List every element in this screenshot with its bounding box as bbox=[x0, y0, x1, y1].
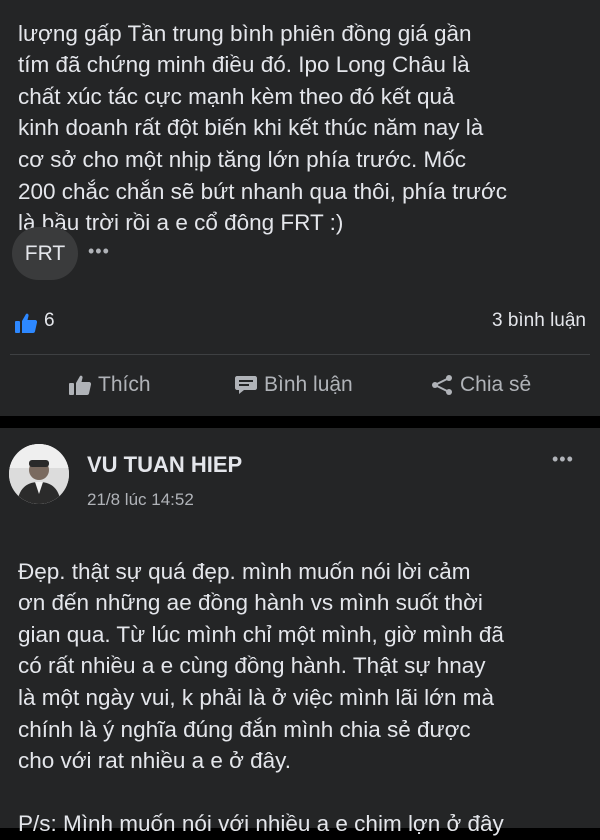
post-text-line: kinh doanh rất đột biến khi kết thúc năm… bbox=[18, 115, 484, 141]
post-text-line: chất xúc tác cực mạnh kèm theo đó kết qu… bbox=[18, 83, 455, 109]
share-button[interactable]: Chia sẻ bbox=[430, 364, 531, 406]
more-options-icon[interactable]: ••• bbox=[552, 450, 574, 468]
post-text-line: cho với rat nhiều a e ở đây. bbox=[18, 748, 291, 774]
comment-button-label: Bình luận bbox=[264, 373, 353, 396]
post-text-line: chính là ý nghĩa đúng đắn mình chia sẻ đ… bbox=[18, 716, 471, 742]
post-text-line: là một ngày vui, k phải là ở việc mình l… bbox=[18, 684, 494, 710]
thumbs-up-icon bbox=[15, 313, 38, 333]
share-icon bbox=[432, 375, 452, 395]
like-button[interactable]: Thích bbox=[68, 364, 151, 406]
like-count: 6 bbox=[44, 310, 55, 331]
thumbs-up-outline-icon bbox=[69, 375, 92, 395]
post-body-text: Đẹp. thật sự quá đẹp. mình muốn nói lời … bbox=[18, 524, 593, 840]
post-text-line: có rất nhiều a e cùng đồng hành. Thật sự… bbox=[18, 653, 486, 679]
divider bbox=[10, 354, 590, 355]
more-options-icon[interactable]: ••• bbox=[88, 242, 110, 260]
comment-button[interactable]: Bình luận bbox=[234, 364, 353, 406]
comment-bubble-icon bbox=[235, 376, 257, 394]
post-actions-bar: Thích Bình luận Chia sẻ bbox=[0, 364, 600, 406]
profile-photo-icon bbox=[9, 444, 69, 504]
post-text-line: tím đã chứng minh điều đó. Ipo Long Châu… bbox=[18, 52, 470, 78]
post-text-line: P/s: Mình muốn nói với nhiều a e chim lợ… bbox=[18, 811, 504, 837]
post-body-text: lượng gấp Tần trung bình phiên đồng giá … bbox=[18, 0, 593, 239]
post-text-line: Đẹp. thật sự quá đẹp. mình muốn nói lời … bbox=[18, 558, 471, 584]
post-timestamp[interactable]: 21/8 lúc 14:52 bbox=[87, 490, 194, 510]
post-card: lượng gấp Tần trung bình phiên đồng giá … bbox=[0, 0, 600, 416]
author-name[interactable]: VU TUAN HIEP bbox=[87, 452, 242, 478]
post-text-line: gian qua. Từ lúc mình chỉ một mình, giờ … bbox=[18, 621, 504, 647]
like-button-label: Thích bbox=[98, 373, 151, 396]
reactions-summary[interactable]: 6 3 bình luận bbox=[10, 308, 588, 338]
post-text-line: cơ sở cho một nhịp tăng lớn phía trước. … bbox=[18, 146, 467, 172]
post-text-line: 200 chắc chắn sẽ bứt nhanh qua thôi, phí… bbox=[18, 178, 507, 204]
comment-count-link[interactable]: 3 bình luận bbox=[492, 310, 586, 332]
hashtag-chip-frt[interactable]: FRT bbox=[12, 227, 78, 280]
post-text-line: lượng gấp Tần trung bình phiên đồng giá … bbox=[18, 20, 472, 46]
post-text-line: ơn đến những ae đồng hành vs mình suốt t… bbox=[18, 590, 483, 616]
post-card: VU TUAN HIEP 21/8 lúc 14:52 ••• Đẹp. thậ… bbox=[0, 428, 600, 836]
share-button-label: Chia sẻ bbox=[460, 373, 532, 396]
avatar[interactable] bbox=[9, 444, 69, 504]
